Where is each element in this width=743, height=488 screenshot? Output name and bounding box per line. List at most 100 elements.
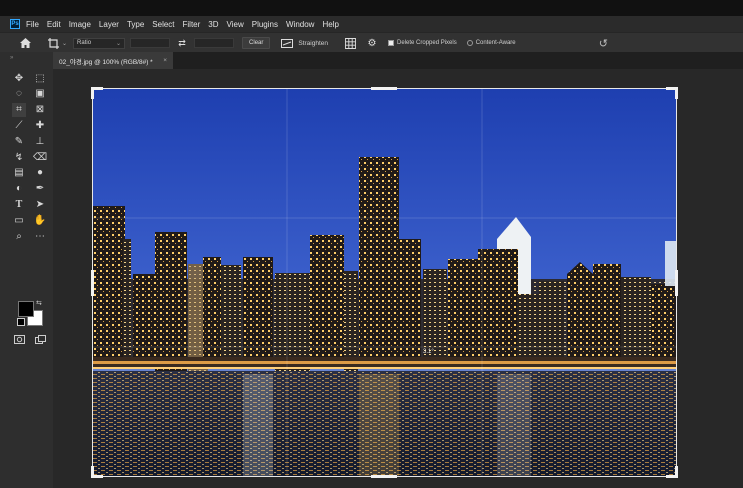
dodge-tool[interactable]: ◐	[12, 182, 26, 196]
brush-icon: ✎	[14, 135, 24, 147]
menu-window[interactable]: Window	[286, 20, 314, 29]
arrow-icon: ➤	[35, 198, 45, 210]
frame-icon: ⊠	[35, 104, 45, 116]
type-tool[interactable]: T	[12, 197, 26, 211]
chevron-down-icon[interactable]: ⌄	[62, 40, 67, 47]
menu-filter[interactable]: Filter	[183, 20, 201, 29]
swap-colors-icon[interactable]: ⇆	[36, 299, 42, 307]
menu-image[interactable]: Image	[69, 20, 91, 29]
crop-handle-top-center[interactable]	[371, 87, 397, 90]
object-select-tool[interactable]: ▣	[33, 87, 47, 101]
ratio-select-value: Ratio	[77, 40, 92, 46]
shape-tool[interactable]: ▭	[12, 213, 26, 227]
crop-box[interactable]	[92, 88, 677, 477]
reset-icon[interactable]: ↺	[599, 37, 608, 50]
gradient-icon: ▤	[14, 167, 24, 179]
crop-icon: ⌗	[16, 104, 22, 116]
quick-mask-icon[interactable]	[12, 332, 26, 346]
crop-handle-right-center[interactable]	[675, 270, 678, 296]
ratio-select[interactable]: Ratio ⌄	[73, 37, 126, 49]
pen-icon: ✒	[35, 183, 45, 195]
dodge-icon: ◐	[15, 183, 23, 195]
tools-panel: » ✥ ⬚ ◌ ▣ ⌗ ⊠ ⟋ ✚ ✎ ⊥ ↯ ⌫ ▤ ● ◐ ✒ T ➤ ▭ ✋ ⌕ ⋯ ⇆	[0, 52, 53, 488]
chevron-down-icon: ⌄	[116, 40, 122, 47]
blur-tool[interactable]: ●	[33, 166, 47, 180]
default-colors-icon[interactable]	[17, 318, 25, 326]
panel-collapse-grip[interactable]: »	[10, 55, 13, 61]
menu-help[interactable]: Help	[322, 20, 338, 29]
content-aware-option[interactable]: Content-Aware	[466, 40, 516, 46]
crop-handle-bottom-right-v[interactable]	[675, 466, 678, 478]
drop-icon: ●	[36, 167, 44, 179]
move-tool[interactable]: ✥	[12, 71, 26, 85]
document-tab-bar: 02_야경.jpg @ 100% (RGB/8#) * ×	[53, 52, 743, 69]
menu-view[interactable]: View	[227, 20, 244, 29]
zoom-icon: ⌕	[16, 230, 22, 242]
type-icon: T	[15, 198, 23, 210]
delete-cropped-checkbox[interactable]	[388, 40, 395, 46]
eyedropper-tool[interactable]: ⟋	[12, 118, 26, 132]
menu-select[interactable]: Select	[152, 20, 174, 29]
eyedropper-icon: ⟋	[15, 119, 23, 131]
ellipsis-icon: ⋯	[35, 230, 45, 242]
crop-handle-top-right-v[interactable]	[675, 87, 678, 99]
grid-overlay-icon[interactable]	[344, 37, 356, 49]
delete-cropped-label: Delete Cropped Pixels	[397, 40, 457, 46]
crop-handle-bottom-center[interactable]	[371, 475, 397, 478]
swap-icon[interactable]: ⇄	[170, 38, 194, 49]
title-bar	[0, 0, 743, 16]
rectangle-icon: ▭	[14, 214, 24, 226]
move-icon: ✥	[14, 72, 24, 84]
photoshop-logo: Ps	[10, 19, 20, 29]
menu-layer[interactable]: Layer	[99, 20, 119, 29]
content-aware-label: Content-Aware	[475, 40, 516, 46]
width-ratio-input[interactable]	[130, 38, 171, 48]
eraser-tool[interactable]: ⌫	[33, 150, 47, 164]
menu-bar: Ps File Edit Image Layer Type Select Fil…	[0, 16, 743, 32]
menu-type[interactable]: Type	[127, 20, 144, 29]
menu-edit[interactable]: Edit	[47, 20, 61, 29]
zoom-tool[interactable]: ⌕	[12, 229, 26, 243]
history-brush-icon: ↯	[14, 151, 24, 163]
crop-handle-bottom-left-v[interactable]	[91, 466, 94, 478]
stamp-tool[interactable]: ⊥	[33, 134, 47, 148]
crop-tool[interactable]: ⌗	[12, 102, 26, 117]
stamp-icon: ⊥	[35, 135, 45, 147]
straighten-icon[interactable]	[280, 38, 294, 48]
document-tab-title: 02_야경.jpg @ 100% (RGB/8#) *	[59, 58, 153, 66]
clear-button[interactable]: Clear	[242, 37, 271, 49]
frame-tool[interactable]: ⊠	[33, 103, 47, 117]
crop-handle-left-center[interactable]	[91, 270, 94, 296]
straighten-label[interactable]: Straighten	[298, 40, 328, 47]
brush-tool[interactable]: ✎	[12, 134, 26, 148]
height-ratio-input[interactable]	[194, 38, 235, 48]
bandage-icon: ✚	[35, 119, 45, 131]
delete-cropped-pixels-option[interactable]: Delete Cropped Pixels	[388, 40, 457, 46]
home-icon[interactable]	[18, 38, 32, 48]
menu-file[interactable]: File	[26, 20, 39, 29]
options-bar: ⌄ Ratio ⌄ ⇄ Clear Straighten ⚙ Delete Cr…	[0, 32, 743, 54]
more-tools[interactable]: ⋯	[33, 229, 47, 243]
screen-mode-icon[interactable]	[33, 332, 47, 346]
lasso-icon: ◌	[16, 88, 22, 100]
crop-handle-top-left-v[interactable]	[91, 87, 94, 99]
lasso-tool[interactable]: ◌	[12, 87, 26, 101]
marquee-tool[interactable]: ⬚	[33, 71, 47, 85]
history-brush-tool[interactable]: ↯	[12, 150, 26, 164]
close-icon[interactable]: ×	[163, 57, 167, 64]
healing-tool[interactable]: ✚	[33, 118, 47, 132]
hand-icon: ✋	[33, 214, 47, 226]
gradient-tool[interactable]: ▤	[12, 166, 26, 180]
menu-plugins[interactable]: Plugins	[252, 20, 278, 29]
content-aware-checkbox[interactable]	[466, 40, 473, 46]
menu-3d[interactable]: 3D	[208, 20, 218, 29]
foreground-color-swatch[interactable]	[18, 301, 34, 317]
path-select-tool[interactable]: ➤	[33, 197, 47, 211]
hand-tool[interactable]: ✋	[33, 213, 47, 227]
document-tab[interactable]: 02_야경.jpg @ 100% (RGB/8#) * ×	[53, 52, 173, 69]
rect-marquee-icon: ⬚	[35, 72, 45, 84]
pen-tool[interactable]: ✒	[33, 182, 47, 196]
crop-preset-icon[interactable]	[44, 37, 62, 49]
object-select-icon: ▣	[35, 88, 45, 100]
gear-icon[interactable]: ⚙	[366, 38, 378, 49]
